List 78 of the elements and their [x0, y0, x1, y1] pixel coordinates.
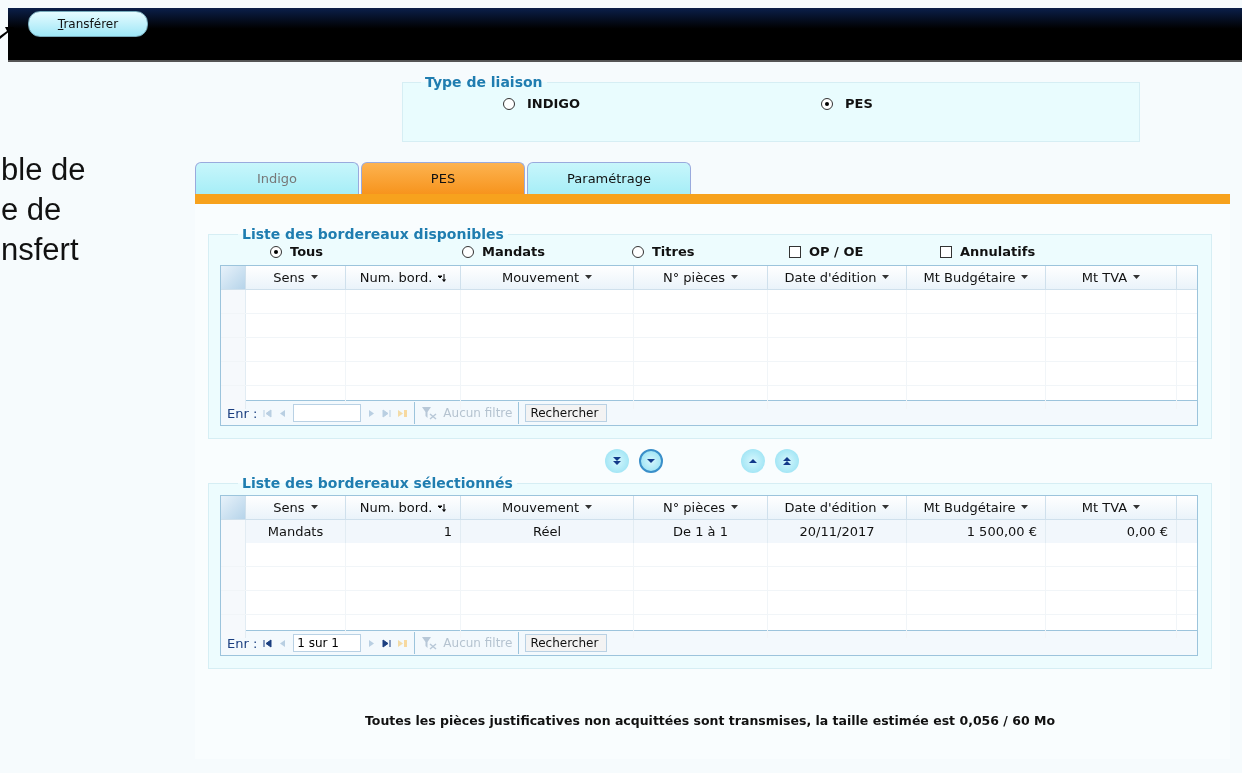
status-message: Toutes les pièces justificatives non acquittées sont transmises, la taille estimée est 0,056 / 60 Mo — [363, 713, 1057, 728]
column-header[interactable]: N° pièces — [634, 266, 768, 289]
slide-text: nsfert — [1, 231, 79, 269]
column-header[interactable]: Num. bord. — [346, 496, 461, 519]
dropdown-icon[interactable] — [1133, 505, 1141, 510]
option-label: Titres — [652, 244, 695, 259]
dropdown-icon[interactable] — [731, 275, 739, 280]
column-header[interactable]: Mouvement — [461, 266, 634, 289]
transfer-button[interactable]: Transférer — [28, 11, 148, 37]
table-cell: 20/11/2017 — [768, 520, 907, 543]
table-cell: 0,00 € — [1046, 520, 1177, 543]
move-up-button[interactable] — [741, 449, 765, 473]
filter-icon — [421, 406, 438, 420]
slide-text: e de — [1, 191, 62, 229]
group-title: Liste des bordereaux disponibles — [241, 226, 505, 242]
table-cell: De 1 à 1 — [634, 520, 768, 543]
double-down-arrow-icon — [613, 457, 621, 465]
dropdown-icon[interactable] — [882, 275, 890, 280]
dropdown-icon[interactable] — [585, 275, 593, 280]
checkbox[interactable] — [940, 245, 952, 258]
table-cell: 1 500,00 € — [907, 520, 1046, 543]
record-field[interactable]: 1 sur 1 — [293, 634, 362, 652]
move-all-up-button[interactable] — [775, 449, 799, 473]
dropdown-icon[interactable] — [310, 275, 318, 280]
column-header[interactable]: N° pièces — [634, 496, 768, 519]
double-up-arrow-icon — [783, 457, 791, 465]
record-label: Enr : — [227, 635, 258, 651]
column-header[interactable]: Mouvement — [461, 496, 634, 519]
radio-button[interactable] — [821, 97, 833, 110]
tab[interactable]: Indigo — [195, 162, 359, 194]
group-title: Liste des bordereaux sélectionnés — [241, 475, 514, 491]
last-record-icon[interactable] — [382, 638, 392, 648]
group-title: Type de liaison — [424, 74, 544, 90]
option-label: Tous — [290, 244, 324, 259]
table-cell: 1 — [346, 520, 461, 543]
dropdown-icon[interactable] — [1021, 275, 1029, 280]
column-header[interactable]: Mt Budgétaire — [907, 266, 1046, 289]
column-header[interactable]: Sens — [246, 266, 346, 289]
record-field[interactable] — [293, 404, 362, 422]
move-down-button[interactable] — [639, 449, 663, 473]
up-arrow-icon — [749, 459, 757, 463]
search-field[interactable]: Rechercher — [525, 404, 608, 422]
column-header[interactable]: Mt TVA — [1046, 496, 1177, 519]
tab[interactable]: PES — [361, 162, 525, 194]
tab[interactable]: Paramétrage — [527, 162, 691, 194]
column-header[interactable]: Mt TVA — [1046, 266, 1177, 289]
dropdown-icon[interactable] — [882, 505, 890, 510]
dropdown-icon[interactable] — [1133, 275, 1141, 280]
sort-icon — [438, 273, 447, 282]
radio-button[interactable] — [270, 245, 282, 258]
option-label: INDIGO — [527, 96, 581, 111]
radio-button[interactable] — [462, 245, 474, 258]
table-cell: Réel — [461, 520, 634, 543]
sort-icon — [438, 503, 447, 512]
radio-button[interactable] — [503, 97, 515, 110]
column-header[interactable]: Date d'édition — [768, 496, 907, 519]
option-label: Annulatifs — [960, 244, 1036, 259]
slide-text: ble de — [1, 151, 86, 189]
move-all-down-button[interactable] — [605, 449, 629, 473]
down-arrow-icon — [647, 459, 655, 463]
radio-button[interactable] — [632, 245, 644, 258]
filter-icon — [421, 636, 438, 650]
column-header[interactable]: Date d'édition — [768, 266, 907, 289]
dropdown-icon[interactable] — [1021, 505, 1029, 510]
search-field[interactable]: Rechercher — [525, 634, 608, 652]
record-label: Enr : — [227, 405, 258, 421]
option-label: Mandats — [482, 244, 545, 259]
option-label: OP / OE — [809, 244, 864, 259]
column-header[interactable]: Num. bord. — [346, 266, 461, 289]
dropdown-icon[interactable] — [585, 505, 593, 510]
column-header[interactable]: Sens — [246, 496, 346, 519]
dropdown-icon[interactable] — [310, 505, 318, 510]
first-record-icon[interactable] — [263, 638, 273, 648]
table-cell: Mandats — [246, 520, 346, 543]
dropdown-icon[interactable] — [731, 505, 739, 510]
option-label: PES — [845, 96, 873, 111]
checkbox[interactable] — [789, 245, 801, 258]
column-header[interactable]: Mt Budgétaire — [907, 496, 1046, 519]
